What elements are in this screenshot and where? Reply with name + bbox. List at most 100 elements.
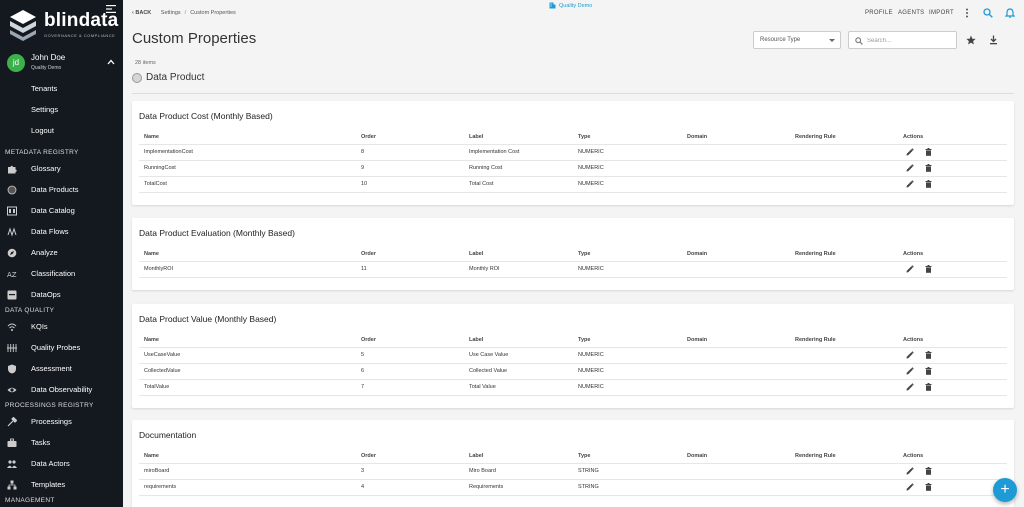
edit-icon[interactable] — [906, 383, 914, 391]
menu-item-logout[interactable]: Logout — [0, 122, 123, 140]
edit-icon[interactable] — [906, 467, 914, 475]
edit-icon[interactable] — [906, 351, 914, 359]
delete-icon[interactable] — [925, 483, 932, 491]
column-header[interactable]: Type — [578, 337, 590, 343]
column-header[interactable]: Domain — [687, 251, 707, 257]
column-header[interactable]: Domain — [687, 134, 707, 140]
chevron-up-icon[interactable] — [107, 58, 115, 66]
column-header[interactable]: Domain — [687, 453, 707, 459]
column-header[interactable]: Rendering Rule — [795, 134, 836, 140]
delete-icon[interactable] — [925, 180, 932, 188]
menu-item-settings[interactable]: Settings — [0, 101, 123, 119]
column-header[interactable]: Rendering Rule — [795, 251, 836, 257]
column-header[interactable]: Name — [144, 134, 159, 140]
column-header[interactable]: Order — [361, 134, 376, 140]
collapse-menu-icon[interactable] — [106, 5, 116, 13]
column-header[interactable]: Domain — [687, 337, 707, 343]
column-header[interactable]: Label — [469, 337, 483, 343]
column-header[interactable]: Actions — [903, 337, 923, 343]
search-input[interactable] — [867, 35, 952, 46]
sidebar-item-assessment[interactable]: Assessment — [0, 360, 123, 378]
column-header[interactable]: Order — [361, 337, 376, 343]
table-header-row: Name Order Label Type Domain Rendering Rule Ac… — [139, 450, 1007, 464]
sidebar-item-kqis[interactable]: KQIs — [0, 318, 123, 336]
table-row[interactable]: miroBoard 3 Miro Board STRING — [139, 464, 1007, 480]
column-header[interactable]: Actions — [903, 251, 923, 257]
page-title: Custom Properties — [132, 30, 257, 47]
bell-icon[interactable] — [1005, 8, 1015, 18]
edit-icon[interactable] — [906, 265, 914, 273]
column-header[interactable]: Order — [361, 453, 376, 459]
nav-agents[interactable]: AGENTS — [898, 10, 924, 16]
table-row[interactable]: CollectedValue 6 Collected Value NUMERIC — [139, 364, 1007, 380]
resource-type-select[interactable]: Resource Type — [753, 31, 841, 49]
sidebar-item-data-products[interactable]: Data Products — [0, 181, 123, 199]
table-row[interactable]: RunningCost 9 Running Cost NUMERIC — [139, 161, 1007, 177]
column-header[interactable]: Label — [469, 134, 483, 140]
properties-table: Name Order Label Type Domain Rendering Rule Ac… — [139, 248, 1007, 278]
column-header[interactable]: Actions — [903, 134, 923, 140]
nav-import[interactable]: IMPORT — [929, 10, 954, 16]
column-header[interactable]: Rendering Rule — [795, 337, 836, 343]
download-icon[interactable] — [989, 35, 998, 45]
delete-icon[interactable] — [925, 148, 932, 156]
table-row[interactable]: UseCaseValue 5 Use Case Value NUMERIC — [139, 348, 1007, 364]
table-row[interactable]: TotalCost 10 Total Cost NUMERIC — [139, 177, 1007, 193]
sidebar-item-data-actors[interactable]: Data Actors — [0, 455, 123, 473]
cell-order: 5 — [361, 352, 365, 358]
nav-profile[interactable]: PROFILE — [865, 10, 893, 16]
delete-icon[interactable] — [925, 164, 932, 172]
edit-icon[interactable] — [906, 148, 914, 156]
column-header[interactable]: Type — [578, 453, 590, 459]
cell-order: 6 — [361, 368, 365, 374]
column-header[interactable]: Name — [144, 337, 159, 343]
delete-icon[interactable] — [925, 265, 932, 273]
edit-icon[interactable] — [906, 367, 914, 375]
delete-icon[interactable] — [925, 351, 932, 359]
column-header[interactable]: Label — [469, 251, 483, 257]
delete-icon[interactable] — [925, 467, 932, 475]
column-header[interactable]: Name — [144, 251, 159, 257]
edit-icon[interactable] — [906, 483, 914, 491]
az-icon: AZ — [7, 271, 17, 279]
edit-icon[interactable] — [906, 180, 914, 188]
search-field[interactable] — [848, 31, 957, 49]
sidebar-item-processings[interactable]: Processings — [0, 413, 123, 431]
table-row[interactable]: MonthlyROI 11 Monthly ROI NUMERIC — [139, 262, 1007, 278]
column-header[interactable]: Type — [578, 134, 590, 140]
more-vert-icon[interactable] — [962, 8, 972, 18]
sidebar-item-quality-probes[interactable]: Quality Probes — [0, 339, 123, 357]
sidebar-item-analyze[interactable]: Analyze — [0, 244, 123, 262]
column-header[interactable]: Order — [361, 251, 376, 257]
table-row[interactable]: ImplementationCost 8 Implementation Cost NU… — [139, 145, 1007, 161]
delete-icon[interactable] — [925, 367, 932, 375]
column-header[interactable]: Name — [144, 453, 159, 459]
sidebar-item-classification[interactable]: AZ Classification — [0, 265, 123, 283]
menu-item-tenants[interactable]: Tenants — [0, 80, 123, 98]
column-header[interactable]: Actions — [903, 453, 923, 459]
sidebar-item-label: Processings — [31, 417, 72, 426]
star-icon[interactable] — [966, 35, 976, 45]
table-row[interactable]: TotalValue 7 Total Value NUMERIC — [139, 380, 1007, 396]
edit-icon[interactable] — [906, 164, 914, 172]
column-header[interactable]: Label — [469, 453, 483, 459]
tenant-indicator[interactable]: Quality Demo — [549, 2, 592, 9]
user-menu[interactable]: jd John Doe Quality Demo — [5, 52, 120, 76]
sidebar-item-data-catalog[interactable]: Data Catalog — [0, 202, 123, 220]
tools-icon — [7, 417, 17, 427]
sidebar-item-data-observability[interactable]: Data Observability — [0, 381, 123, 399]
search-icon[interactable] — [983, 8, 993, 18]
table-row[interactable]: requirements 4 Requirements STRING — [139, 480, 1007, 496]
add-property-button[interactable]: + — [993, 478, 1017, 502]
sidebar-item-tasks[interactable]: Tasks — [0, 434, 123, 452]
back-button[interactable]: ‹ BACK — [132, 10, 151, 16]
breadcrumb-settings[interactable]: Settings — [161, 10, 181, 16]
app-logo[interactable]: blindata GOVERNANCE & COMPLIANCE — [8, 8, 118, 42]
sidebar-item-dataops[interactable]: DataOps — [0, 286, 123, 304]
sidebar-item-templates[interactable]: Templates — [0, 476, 123, 494]
column-header[interactable]: Type — [578, 251, 590, 257]
delete-icon[interactable] — [925, 383, 932, 391]
sidebar-item-glossary[interactable]: Glossary — [0, 160, 123, 178]
column-header[interactable]: Rendering Rule — [795, 453, 836, 459]
sidebar-item-data-flows[interactable]: Data Flows — [0, 223, 123, 241]
